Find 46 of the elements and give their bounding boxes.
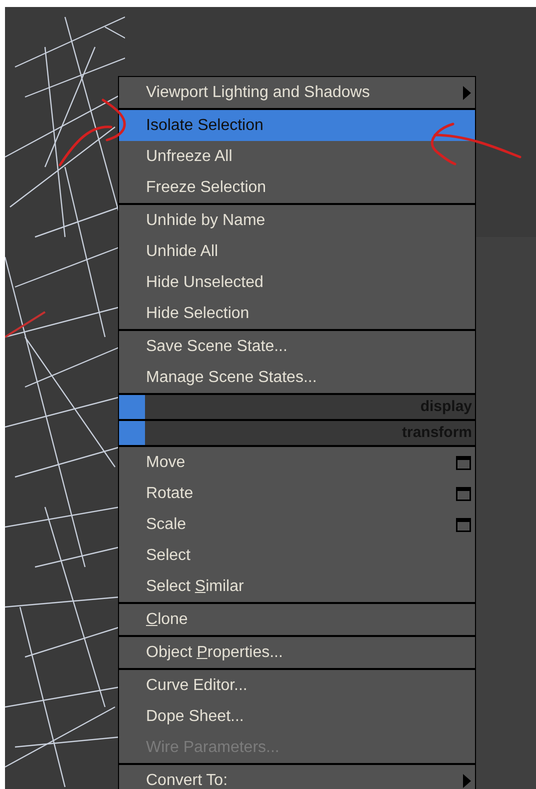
- menu-item[interactable]: Manage Scene States...: [119, 362, 475, 393]
- menu-item-label: Manage Scene States...: [146, 368, 317, 388]
- menu-item-label: Unhide by Name: [146, 210, 266, 230]
- menu-item-label: Unhide All: [146, 242, 218, 262]
- menu-item-label: Freeze Selection: [146, 178, 266, 198]
- option-box-icon[interactable]: [456, 518, 471, 532]
- menu-item-label: Object Properties...: [146, 642, 283, 662]
- menu-item-label: Convert To:: [146, 770, 228, 789]
- menu-item-label: Curve Editor...: [146, 676, 248, 696]
- hand-drawn-bracket-drawing: [58, 98, 126, 166]
- menu-item-label: Scale: [146, 514, 186, 534]
- menu-item[interactable]: Dope Sheet...: [119, 701, 475, 732]
- menu-item-label: Clone: [146, 610, 188, 630]
- menu-item[interactable]: Unhide All: [119, 236, 475, 267]
- menu-item-label: Hide Unselected: [146, 272, 264, 292]
- menu-item-label: Rotate: [146, 484, 194, 504]
- menu-item[interactable]: Unhide by Name: [119, 205, 475, 236]
- option-box-icon[interactable]: [456, 486, 471, 500]
- menu-item-label: Viewport Lighting and Shadows: [146, 82, 370, 102]
- menu-item[interactable]: Unfreeze All: [119, 141, 475, 172]
- menu-item[interactable]: Hide Unselected: [119, 267, 475, 298]
- option-box-icon[interactable]: [456, 456, 471, 470]
- menu-item-label: Save Scene State...: [146, 336, 288, 356]
- menu-item[interactable]: Scale: [119, 509, 475, 540]
- menu-item[interactable]: Isolate Selection: [119, 110, 475, 141]
- menu-item-label: Unfreeze All: [146, 146, 232, 166]
- menu-item[interactable]: Object Properties...: [119, 637, 475, 668]
- menu-item[interactable]: Select Similar: [119, 571, 475, 602]
- menu-item[interactable]: Save Scene State...: [119, 331, 475, 362]
- menu-item[interactable]: Hide Selection: [119, 298, 475, 329]
- menu-item-label: Hide Selection: [146, 304, 250, 324]
- menu-item-label: Select: [146, 546, 190, 566]
- menu-item[interactable]: Freeze Selection: [119, 172, 475, 203]
- menu-item[interactable]: Move: [119, 447, 475, 478]
- menu-item[interactable]: Convert To:: [119, 765, 475, 789]
- header-marker-icon: [119, 421, 145, 445]
- header-marker-icon: [119, 395, 145, 419]
- menu-item[interactable]: Clone: [119, 604, 475, 635]
- menu-item-label: Move: [146, 452, 186, 472]
- menu-item[interactable]: Curve Editor...: [119, 670, 475, 701]
- menu-item[interactable]: Rotate: [119, 478, 475, 509]
- menu-item-label: Select Similar: [146, 576, 244, 596]
- menu-item-label: Isolate Selection: [146, 116, 264, 136]
- menu-item[interactable]: Viewport Lighting and Shadows: [119, 77, 475, 108]
- menu-item-label: Dope Sheet...: [146, 706, 244, 726]
- menu-item[interactable]: Select: [119, 540, 475, 571]
